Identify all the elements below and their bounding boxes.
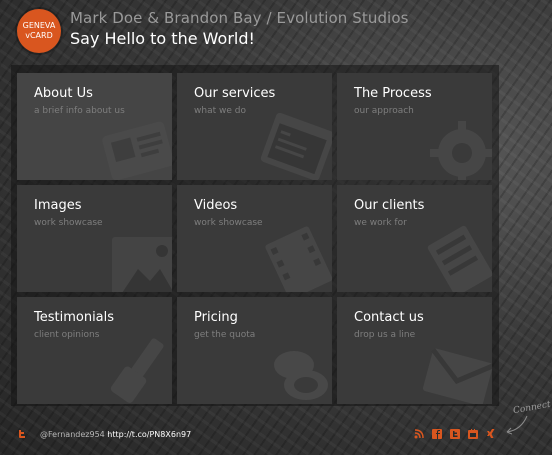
coins-icon — [274, 351, 328, 400]
film-icon — [265, 226, 332, 292]
tile-pricing[interactable]: Pricing get the quota — [177, 297, 332, 404]
tile-our-services[interactable]: Our services what we do — [177, 73, 332, 180]
brush-icon — [110, 338, 164, 403]
tile-title: Contact us — [354, 310, 424, 325]
tile-title: Pricing — [194, 310, 238, 325]
menu-grid: About Us a brief info about us Our servi… — [11, 65, 499, 406]
latest-tweet: @Fernandez954 http://t.co/PN8X6n97 — [40, 430, 191, 439]
tile-title: Videos — [194, 198, 238, 213]
youtube-icon[interactable] — [468, 429, 478, 439]
gear-icon — [430, 121, 492, 180]
logo-line1: GENEVA — [22, 21, 56, 30]
twitter-small-icon[interactable] — [450, 429, 460, 439]
twitter-icon[interactable] — [17, 429, 27, 439]
tile-our-clients[interactable]: Our clients we work for — [337, 185, 492, 292]
tweet-handle[interactable]: @Fernandez954 — [40, 430, 105, 439]
tile-title: Our services — [194, 86, 276, 101]
brand-logo[interactable]: GENEVA vCARD — [17, 9, 61, 53]
tile-testimonials[interactable]: Testimonials client opinions — [17, 297, 172, 404]
browser-window-icon — [260, 112, 332, 180]
xing-icon[interactable] — [486, 429, 496, 439]
tile-videos[interactable]: Videos work showcase — [177, 185, 332, 292]
envelope-icon — [422, 348, 492, 404]
tile-images[interactable]: Images work showcase — [17, 185, 172, 292]
tile-title: About Us — [34, 86, 93, 101]
logo-line2: vCARD — [25, 31, 53, 40]
tile-title: The Process — [354, 86, 432, 101]
tile-the-process[interactable]: The Process our approach — [337, 73, 492, 180]
tile-subtitle: a brief info about us — [34, 106, 125, 116]
clients-icon — [427, 225, 492, 292]
tile-title: Our clients — [354, 198, 425, 213]
tile-about-us[interactable]: About Us a brief info about us — [17, 73, 172, 180]
id-card-icon — [102, 121, 172, 180]
rss-icon[interactable] — [414, 429, 424, 439]
tile-title: Images — [34, 198, 82, 213]
page-title: Mark Doe & Brandon Bay / Evolution Studi… — [70, 9, 409, 27]
connect-arrow-icon — [506, 415, 528, 435]
tile-title: Testimonials — [34, 310, 115, 325]
tweet-link[interactable]: http://t.co/PN8X6n97 — [107, 430, 191, 439]
page-subtitle: Say Hello to the World! — [70, 29, 255, 48]
facebook-icon[interactable] — [432, 429, 442, 439]
tile-contact-us[interactable]: Contact us drop us a line — [337, 297, 492, 404]
image-icon — [112, 237, 172, 292]
